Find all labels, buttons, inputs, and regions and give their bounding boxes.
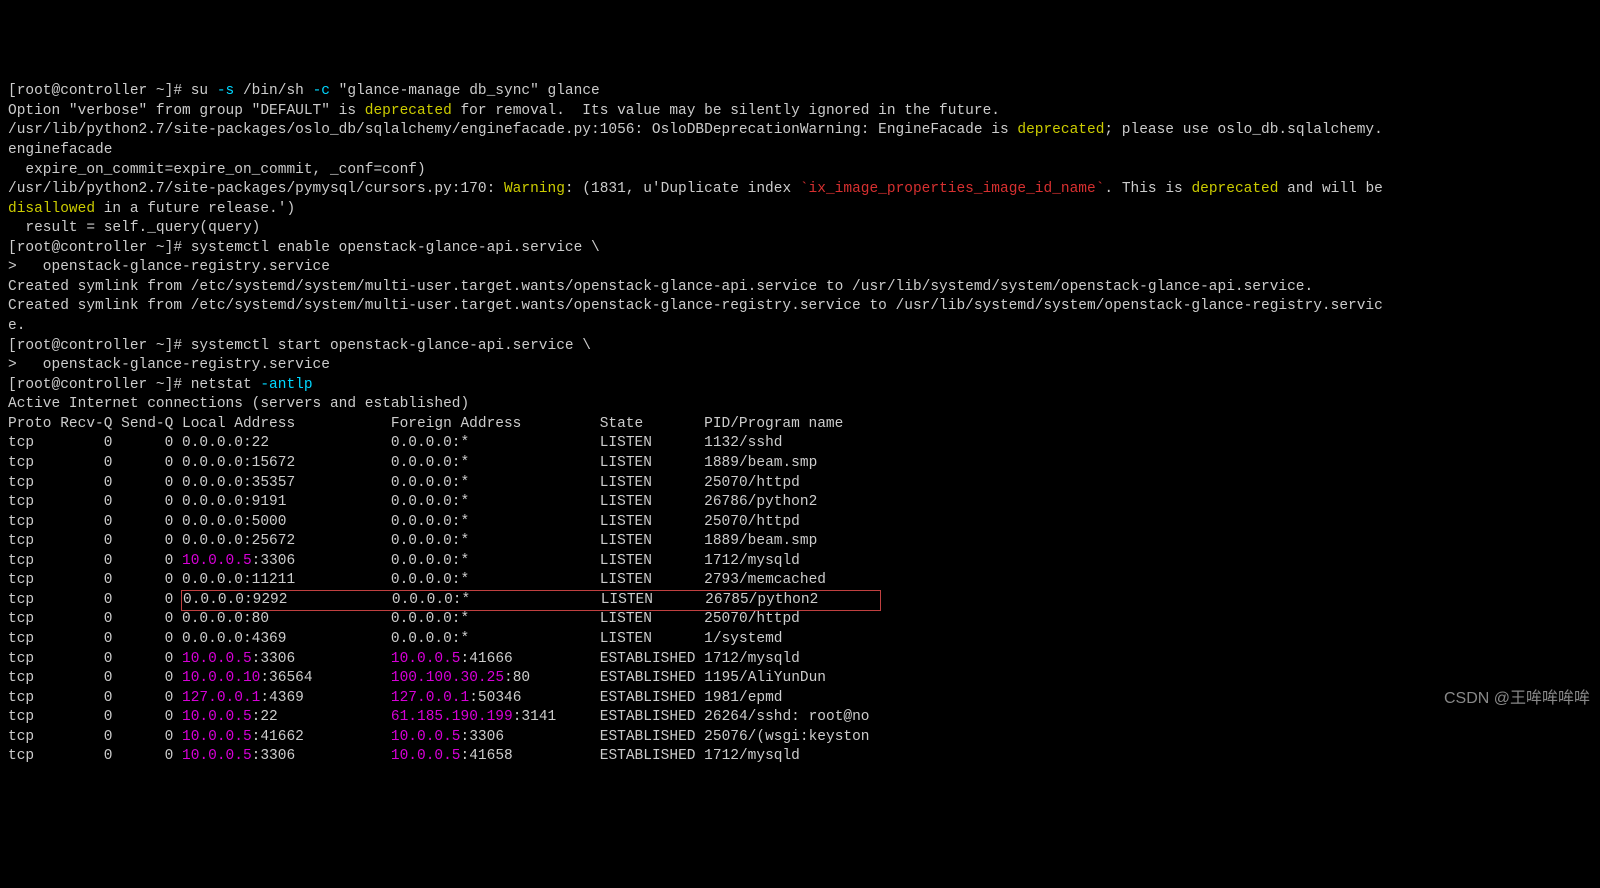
netstat-row: tcp 0 0 0.0.0.0:9191 0.0.0.0:* LISTEN 26…	[8, 493, 1600, 513]
netstat-row: tcp 0 0 10.0.0.5:22 61.185.190.199:3141 …	[8, 708, 1600, 728]
netstat-row: tcp 0 0 0.0.0.0:11211 0.0.0.0:* LISTEN 2…	[8, 571, 1600, 591]
netstat-row: tcp 0 0 10.0.0.5:3306 10.0.0.5:41666 EST…	[8, 650, 1600, 670]
netstat-row: tcp 0 0 10.0.0.10:36564 100.100.30.25:80…	[8, 669, 1600, 689]
netstat-row: tcp 0 0 0.0.0.0:5000 0.0.0.0:* LISTEN 25…	[8, 513, 1600, 533]
netstat-row: tcp 0 0 10.0.0.5:3306 10.0.0.5:41658 EST…	[8, 747, 1600, 767]
netstat-row: tcp 0 0 0.0.0.0:25672 0.0.0.0:* LISTEN 1…	[8, 532, 1600, 552]
netstat-row: tcp 0 0 0.0.0.0:15672 0.0.0.0:* LISTEN 1…	[8, 454, 1600, 474]
terminal-output[interactable]: [root@controller ~]# su -s /bin/sh -c "g…	[8, 82, 1600, 767]
netstat-row: tcp 0 0 127.0.0.1:4369 127.0.0.1:50346 E…	[8, 689, 1600, 709]
watermark: CSDN @王哞哞哞哞	[1444, 688, 1590, 710]
netstat-row: tcp 0 0 0.0.0.0:4369 0.0.0.0:* LISTEN 1/…	[8, 630, 1600, 650]
netstat-row: tcp 0 0 0.0.0.0:22 0.0.0.0:* LISTEN 1132…	[8, 434, 1600, 454]
netstat-row: tcp 0 0 0.0.0.0:35357 0.0.0.0:* LISTEN 2…	[8, 474, 1600, 494]
netstat-row: tcp 0 0 10.0.0.5:3306 0.0.0.0:* LISTEN 1…	[8, 552, 1600, 572]
netstat-row: tcp 0 0 0.0.0.0:80 0.0.0.0:* LISTEN 2507…	[8, 610, 1600, 630]
netstat-row: tcp 0 0 0.0.0.0:9292 0.0.0.0:* LISTEN 26…	[8, 591, 1600, 611]
netstat-row: tcp 0 0 10.0.0.5:41662 10.0.0.5:3306 EST…	[8, 728, 1600, 748]
